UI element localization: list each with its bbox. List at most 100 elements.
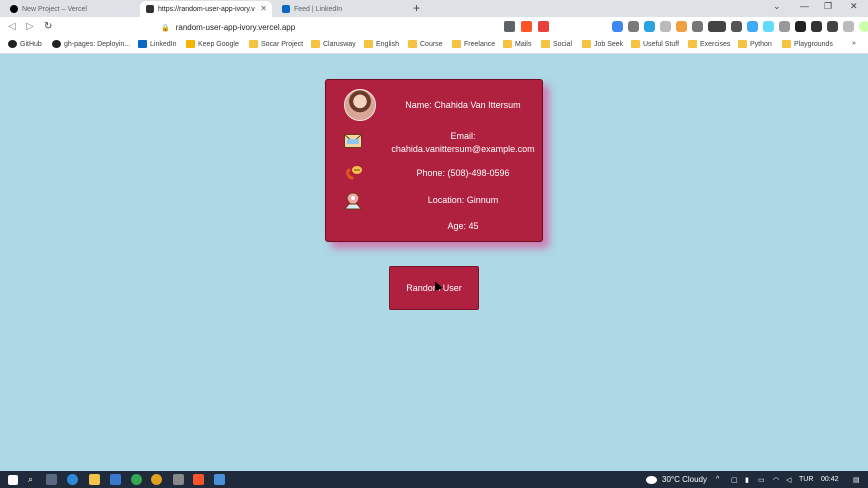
search-icon[interactable]: ⌕ <box>28 474 33 485</box>
folder-icon <box>688 40 697 48</box>
extension-icon[interactable] <box>692 21 703 32</box>
vercel-icon <box>10 5 18 13</box>
bookmark-folder-exercises[interactable]: Exercises <box>688 40 730 48</box>
extension-icon[interactable] <box>660 21 671 32</box>
email-label: Email: <box>450 131 476 141</box>
extensions-puzzle-icon[interactable] <box>827 21 838 32</box>
brave-icon[interactable] <box>193 474 204 485</box>
sidebar-icon[interactable] <box>843 21 854 32</box>
extension-icon[interactable] <box>612 21 623 32</box>
folder-icon <box>364 40 373 48</box>
email-value: chahida.vanittersum@example.com <box>391 144 535 154</box>
bookmark-folder-english[interactable]: English <box>364 40 399 48</box>
user-name: Name: Chahida Van Ittersum <box>405 100 521 110</box>
bookmark-folder-mails[interactable]: Mails <box>503 40 531 48</box>
mail-app-icon[interactable] <box>110 474 121 485</box>
bookmarks-bar: GitHub gh-pages: Deployin... LinkedIn Ke… <box>0 38 868 54</box>
folder-icon <box>408 40 417 48</box>
bookmark-folder-job-seek[interactable]: Job Seek <box>582 40 623 48</box>
bookmark-folder-social[interactable]: Social <box>541 40 572 48</box>
github-icon <box>8 40 17 48</box>
extension-icon[interactable] <box>795 21 806 32</box>
extension-icon[interactable] <box>676 21 687 32</box>
forward-icon[interactable]: ▷ <box>26 21 34 32</box>
bookmark-github[interactable]: GitHub <box>8 40 42 48</box>
tab-linkedin[interactable]: Feed | LinkedIn <box>276 1 406 17</box>
folder-icon <box>631 40 640 48</box>
user-card: Name: Chahida Van Ittersum Email: chahid… <box>325 79 543 242</box>
extension-icon[interactable] <box>811 21 822 32</box>
extension-icon[interactable] <box>747 21 758 32</box>
bookmark-folder-socar[interactable]: Socar Project <box>249 40 303 48</box>
extension-icon[interactable] <box>628 21 639 32</box>
app-icon[interactable] <box>214 474 225 485</box>
tab-label: Feed | LinkedIn <box>294 5 343 13</box>
chevron-up-icon[interactable]: ^ <box>716 476 719 483</box>
bookmark-folder-python[interactable]: Python <box>738 40 772 48</box>
age-text: Age: 45 <box>447 221 479 231</box>
notifications-icon[interactable]: ▤ <box>853 476 860 484</box>
battery-icon[interactable]: ▭ <box>758 476 765 484</box>
mail-icon <box>344 134 362 148</box>
file-explorer-icon[interactable] <box>89 474 100 485</box>
extension-icon[interactable] <box>708 21 726 32</box>
extension-icon[interactable] <box>644 21 655 32</box>
browser-toolbar: ◁ ▷ ↻ ⌑ 🔒 random-user-app-ivory.vercel.a… <box>0 17 868 38</box>
bookmark-folder-playgrounds[interactable]: Playgrounds <box>782 40 833 48</box>
windows-start-icon[interactable] <box>8 475 18 485</box>
bookmark-folder-course[interactable]: Course <box>408 40 443 48</box>
linkedin-icon <box>282 5 290 13</box>
extension-icon[interactable] <box>763 21 774 32</box>
phone-icon <box>346 166 362 180</box>
back-icon[interactable]: ◁ <box>8 21 16 32</box>
tab-label: New Project – Vercel <box>22 5 87 13</box>
close-window-button[interactable]: ✕ <box>850 1 858 12</box>
clock[interactable]: 00:42 <box>821 476 839 483</box>
phone-number: Phone: (508)-498-0596 <box>416 168 510 178</box>
wifi-icon[interactable]: ◠ <box>773 476 779 484</box>
extension-icon[interactable] <box>731 21 742 32</box>
task-view-icon[interactable] <box>46 474 57 485</box>
maximize-button[interactable]: ❐ <box>824 1 832 12</box>
tab-search-icon[interactable]: ⌄ <box>773 1 781 12</box>
extension-icon[interactable] <box>779 21 790 32</box>
qr-code-icon[interactable] <box>504 21 515 32</box>
folder-icon <box>738 40 747 48</box>
folder-icon <box>582 40 591 48</box>
tab-label: https://random-user-app-ivory.v <box>158 5 255 13</box>
close-tab-icon[interactable]: ✕ <box>260 4 267 13</box>
bookmark-folder-freelance[interactable]: Freelance <box>452 40 495 48</box>
chrome-canary-icon[interactable] <box>151 474 162 485</box>
bookmark-linkedin[interactable]: LinkedIn <box>138 40 176 48</box>
reload-icon[interactable]: ↻ <box>44 21 52 32</box>
taskbar: ⌕ 30°C Cloudy ^ ▢ ▮ ▭ ◠ ◁ TUR 00:42 ▤ <box>0 471 868 488</box>
app-icon[interactable] <box>173 474 184 485</box>
minimize-button[interactable]: — <box>800 1 809 11</box>
lock-icon: 🔒 <box>161 24 170 32</box>
brave-rewards-icon[interactable] <box>538 21 549 32</box>
bookmark-folder-useful-stuff[interactable]: Useful Stuff <box>631 40 679 48</box>
linkedin-icon <box>138 40 147 48</box>
tray-icon[interactable]: ▢ <box>731 476 738 484</box>
more-bookmarks-icon[interactable]: » <box>852 40 856 47</box>
bookmark-gh-pages[interactable]: gh-pages: Deployin... <box>52 40 130 48</box>
bookmark-folder-clarusway[interactable]: Clarusway <box>311 40 356 48</box>
tab-random-user-app[interactable]: https://random-user-app-ivory.v ✕ <box>140 1 272 17</box>
new-tab-button[interactable]: + <box>413 1 420 15</box>
folder-icon <box>541 40 550 48</box>
brave-shield-icon[interactable] <box>521 21 532 32</box>
profile-avatar-icon[interactable] <box>859 21 868 32</box>
tab-vercel[interactable]: New Project – Vercel <box>4 1 134 17</box>
edge-icon[interactable] <box>67 474 78 485</box>
location-text: Location: Ginnum <box>427 195 499 205</box>
bookmark-keep-google[interactable]: Keep Google <box>186 40 239 48</box>
keep-icon <box>186 40 195 48</box>
language-indicator[interactable]: TUR <box>799 476 813 483</box>
folder-icon <box>782 40 791 48</box>
volume-icon[interactable]: ◁ <box>786 476 791 484</box>
microphone-icon[interactable]: ▮ <box>745 476 749 484</box>
folder-icon <box>249 40 258 48</box>
chrome-icon[interactable] <box>131 474 142 485</box>
weather-text[interactable]: 30°C Cloudy <box>662 475 707 484</box>
github-icon <box>52 40 61 48</box>
